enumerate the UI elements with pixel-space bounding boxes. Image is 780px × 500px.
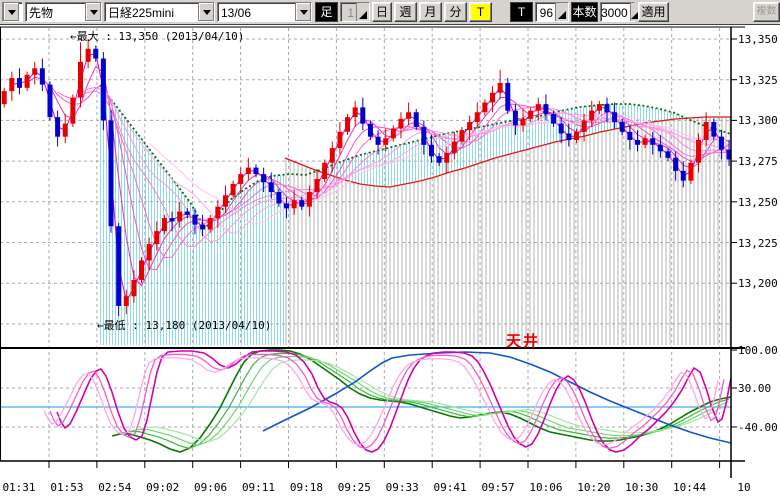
period-minute-button[interactable]: 分 — [444, 2, 467, 22]
x-axis-label: 09:02 — [143, 481, 183, 494]
x-axis-label: 09:57 — [478, 481, 518, 494]
interval-value: 1 — [341, 3, 356, 21]
y-axis-label: 13,225 — [738, 237, 778, 250]
x-axis-label: 09:25 — [334, 481, 374, 494]
bar-count-stepper[interactable]: 3000 — [600, 2, 635, 22]
y-axis-label: 13,325 — [738, 74, 778, 87]
x-axis-label: 01:53 — [47, 481, 87, 494]
symbol-name-value: 日経225mini — [105, 3, 198, 21]
x-axis-label: 09:11 — [239, 481, 279, 494]
y-axis-label: 13,250 — [738, 196, 778, 209]
spin-icon[interactable] — [356, 3, 369, 21]
symbol-category-select[interactable]: 先物 — [25, 2, 102, 22]
min-price-annotation: ←最低 : 13,180 (2013/04/10) — [97, 317, 271, 333]
tick-count-label: T — [510, 2, 533, 22]
x-axis-label: 09:18 — [286, 481, 326, 494]
x-axis-label: 10 — [724, 481, 764, 494]
bar-type-label: 足 — [315, 2, 338, 22]
y-axis-label: -40.00 — [738, 421, 778, 434]
bar-count-value: 3000 — [601, 3, 630, 21]
symbol-name-select[interactable]: 日経225mini — [104, 2, 215, 22]
chart-type-dropdown[interactable] — [2, 2, 23, 22]
tick-count-value: 96 — [536, 3, 555, 21]
chevron-down-icon[interactable] — [3, 3, 19, 21]
multi-symbol-button[interactable]: 複数銘柄 — [753, 2, 780, 22]
bar-count-label: 本数 — [571, 2, 598, 22]
interval-stepper[interactable]: 1 — [340, 2, 370, 22]
x-axis-label: 10:20 — [574, 481, 614, 494]
chevron-down-icon[interactable] — [85, 3, 101, 21]
y-axis-label: 30.00 — [738, 382, 771, 395]
chevron-down-icon[interactable] — [198, 3, 214, 21]
x-axis-label: 10:30 — [622, 481, 662, 494]
contract-month-select[interactable]: 13/06 — [217, 2, 312, 22]
x-axis-label: 01:31 — [0, 481, 39, 494]
contract-month-value: 13/06 — [218, 3, 295, 21]
x-axis-label: 09:41 — [430, 481, 470, 494]
y-axis-label: 13,300 — [738, 114, 778, 127]
x-axis-label: 09:33 — [382, 481, 422, 494]
apply-button[interactable]: 適用 — [638, 2, 669, 22]
y-axis-label: 13,350 — [738, 33, 778, 46]
y-axis-label: 100.00 — [738, 344, 778, 357]
spin-icon[interactable] — [555, 3, 568, 21]
chart-application-window: 先物 日経225mini 13/06 足 1 日 週 月 分 T T 96 本数… — [0, 0, 780, 500]
period-week-button[interactable]: 週 — [394, 2, 417, 22]
price-chart-plot — [0, 0, 780, 500]
y-axis-label: 13,275 — [738, 155, 778, 168]
x-axis-label: 09:06 — [191, 481, 231, 494]
period-tick-button[interactable]: T — [469, 2, 492, 22]
max-price-annotation: ←最大 : 13,350 (2013/04/10) — [70, 28, 244, 44]
toolbar: 先物 日経225mini 13/06 足 1 日 週 月 分 T T 96 本数… — [0, 0, 780, 25]
chevron-down-icon[interactable] — [295, 3, 311, 21]
symbol-category-value: 先物 — [26, 3, 85, 21]
tick-count-stepper[interactable]: 96 — [535, 2, 569, 22]
ceiling-annotation: 天井 — [506, 330, 540, 351]
x-axis-label: 02:54 — [95, 481, 135, 494]
period-month-button[interactable]: 月 — [419, 2, 442, 22]
x-axis-label: 10:44 — [670, 481, 710, 494]
y-axis-label: 13,200 — [738, 277, 778, 290]
x-axis-label: 10:06 — [526, 481, 566, 494]
period-day-button[interactable]: 日 — [372, 2, 392, 22]
